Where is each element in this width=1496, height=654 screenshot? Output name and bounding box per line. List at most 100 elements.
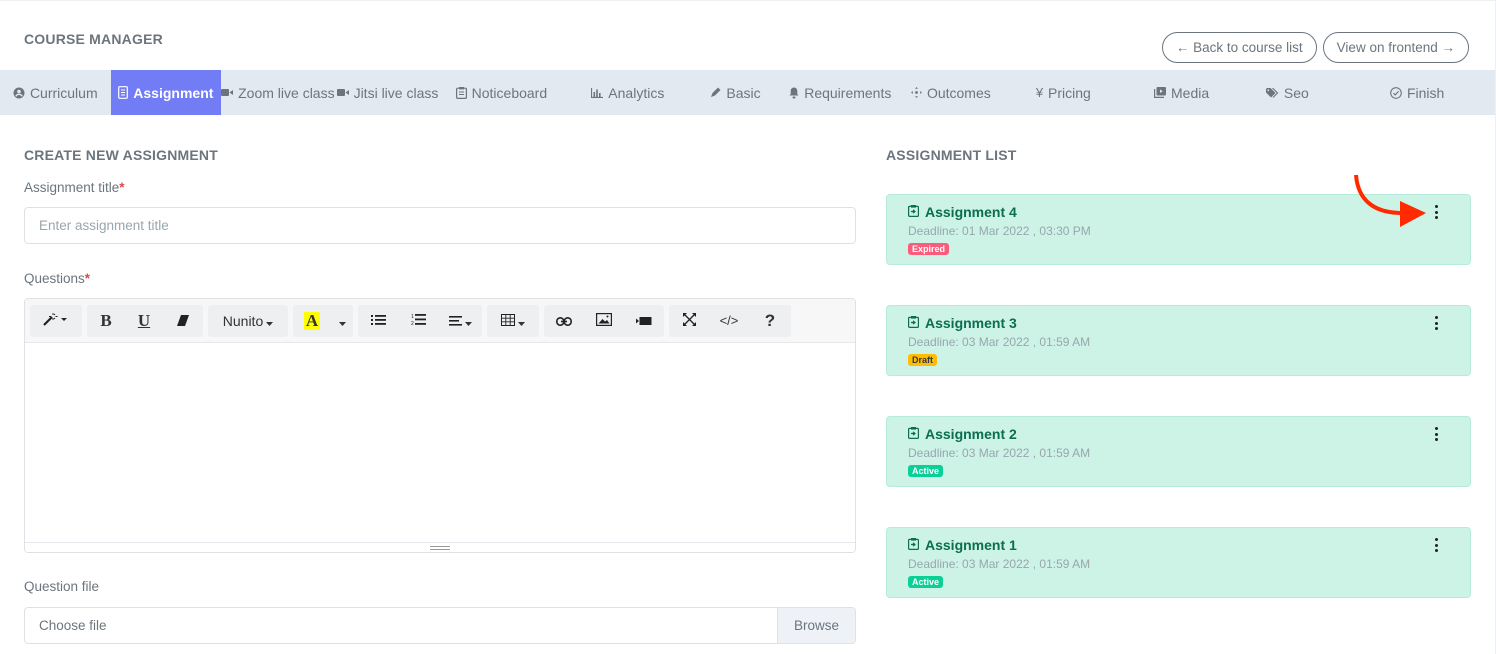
header-actions: ← Back to course list View on frontend →: [1161, 32, 1469, 63]
insert-image-button[interactable]: [584, 305, 624, 337]
tab-basic[interactable]: Basic: [693, 70, 778, 115]
assignment-title-input[interactable]: [24, 207, 856, 244]
browse-button[interactable]: Browse: [777, 608, 855, 643]
align-left-icon: [448, 313, 462, 329]
questions-editor-body[interactable]: [25, 343, 855, 542]
assignment-deadline: Deadline: 03 Mar 2022 , 01:59 AM: [908, 557, 1091, 571]
font-name-group: Nunito: [208, 304, 288, 337]
paragraph-group: 12: [358, 304, 482, 337]
question-file-input[interactable]: Choose file Browse: [24, 607, 856, 644]
assignment-title-text: Assignment 2: [925, 426, 1017, 442]
tab-curriculum[interactable]: Curriculum: [0, 70, 111, 115]
tab-finish[interactable]: Finish: [1339, 70, 1495, 115]
document-icon: [118, 86, 129, 99]
tab-label: Outcomes: [926, 84, 991, 101]
caret-down-icon: [518, 313, 525, 329]
font-name-value: Nunito: [222, 312, 264, 329]
assignment-title-text: Assignment 1: [925, 537, 1017, 553]
more-options-icon[interactable]: [1432, 427, 1440, 441]
table-icon: [501, 313, 515, 329]
course-manager-page: COURSE MANAGER ← Back to course list Vie…: [0, 0, 1496, 654]
status-badge: Active: [908, 576, 944, 588]
more-options-icon[interactable]: [1432, 205, 1440, 219]
assignment-title: Assignment 3: [908, 315, 1017, 331]
help-button[interactable]: ?: [749, 305, 791, 337]
annotation-arrow-icon: [1354, 174, 1426, 227]
clipboard-arrow-icon: [908, 426, 920, 442]
pen-icon: [710, 87, 721, 98]
clipboard-arrow-icon: [908, 315, 920, 331]
tab-assignment[interactable]: Assignment: [110, 70, 222, 115]
tab-jitsi-live-class[interactable]: Jitsi live class: [335, 70, 441, 115]
tab-requirements[interactable]: Requirements: [778, 70, 903, 115]
bold-button[interactable]: B: [87, 305, 125, 337]
code-view-button[interactable]: </>: [709, 305, 749, 337]
tab-label: Basic: [726, 84, 761, 101]
tab-outcomes[interactable]: Outcomes: [903, 70, 999, 115]
color-dropdown-button[interactable]: [331, 305, 353, 337]
assignment-card[interactable]: Assignment 1 Deadline: 03 Mar 2022 , 01:…: [886, 527, 1471, 598]
question-file-label: Question file: [24, 579, 100, 594]
account-circle-icon: [13, 87, 25, 99]
tab-zoom-live-class[interactable]: Zoom live class: [221, 70, 335, 115]
currency-icon: ¥: [1035, 85, 1044, 100]
tab-noticeboard[interactable]: Noticeboard: [440, 70, 562, 115]
clear-format-button[interactable]: [163, 305, 203, 337]
unordered-list-button[interactable]: [358, 305, 398, 337]
view-on-frontend-button[interactable]: View on frontend →: [1322, 32, 1469, 63]
highlight-a-icon: A: [303, 310, 321, 330]
tab-label: Jitsi live class: [353, 84, 439, 101]
required-mark: *: [119, 180, 125, 195]
magic-wand-icon: [43, 312, 69, 329]
questions-rich-text-editor: B U Nunito A 1 2 </> ?: [24, 298, 856, 553]
font-name-dropdown[interactable]: Nunito: [208, 305, 288, 337]
tab-seo[interactable]: Seo: [1235, 70, 1339, 115]
more-options-icon[interactable]: [1432, 538, 1440, 552]
page-title: COURSE MANAGER: [24, 31, 163, 47]
ordered-list-button[interactable]: 12: [398, 305, 438, 337]
tab-pricing[interactable]: ¥ Pricing: [999, 70, 1128, 115]
editor-resize-handle[interactable]: [25, 542, 855, 552]
fullscreen-button[interactable]: [669, 305, 709, 337]
clipboard-icon: [455, 86, 467, 99]
tab-label: Analytics: [608, 84, 665, 101]
table-dropdown[interactable]: [487, 305, 539, 337]
back-to-course-list-button[interactable]: ← Back to course list: [1161, 32, 1317, 63]
status-badge: Expired: [908, 243, 950, 255]
magic-style-button[interactable]: [30, 305, 82, 337]
assignment-card[interactable]: Assignment 3 Deadline: 03 Mar 2022 , 01:…: [886, 305, 1471, 376]
tab-analytics[interactable]: Analytics: [562, 70, 693, 115]
bullet-list-icon: [370, 313, 386, 329]
assignment-deadline: Deadline: 01 Mar 2022 , 03:30 PM: [908, 224, 1091, 238]
svg-text:1: 1: [411, 314, 414, 320]
tag-icon: [1265, 87, 1279, 98]
tab-label: Assignment: [133, 84, 214, 101]
tab-label: Media: [1171, 84, 1210, 101]
label-text: Questions: [24, 271, 85, 286]
insert-link-button[interactable]: [544, 305, 584, 337]
insert-video-button[interactable]: [624, 305, 664, 337]
expand-icon: [682, 312, 696, 329]
clipboard-arrow-icon: [908, 537, 920, 553]
required-mark: *: [84, 271, 91, 286]
tab-label: Seo: [1283, 84, 1309, 101]
tab-label: Zoom live class: [238, 84, 335, 101]
numbered-list-icon: 12: [411, 313, 426, 329]
more-options-icon[interactable]: [1432, 316, 1440, 330]
check-circle-icon: [1390, 86, 1402, 99]
clipboard-arrow-icon: [908, 204, 920, 220]
color-group: A: [293, 304, 353, 337]
paragraph-align-dropdown[interactable]: [438, 305, 482, 337]
grip-icon: [430, 545, 450, 550]
underline-button[interactable]: U: [125, 305, 163, 337]
highlight-color-button[interactable]: A: [293, 305, 331, 337]
tab-label: Finish: [1406, 84, 1445, 101]
assignment-card[interactable]: Assignment 2 Deadline: 03 Mar 2022 , 01:…: [886, 416, 1471, 487]
tab-media[interactable]: Media: [1128, 70, 1236, 115]
assignment-title-text: Assignment 3: [925, 315, 1017, 331]
tab-label: Requirements: [804, 84, 892, 101]
tab-label: Pricing: [1048, 84, 1091, 101]
tab-label: Curriculum: [29, 84, 98, 101]
assignment-title-text: Assignment 4: [925, 204, 1017, 220]
file-input-placeholder[interactable]: Choose file: [25, 608, 777, 643]
